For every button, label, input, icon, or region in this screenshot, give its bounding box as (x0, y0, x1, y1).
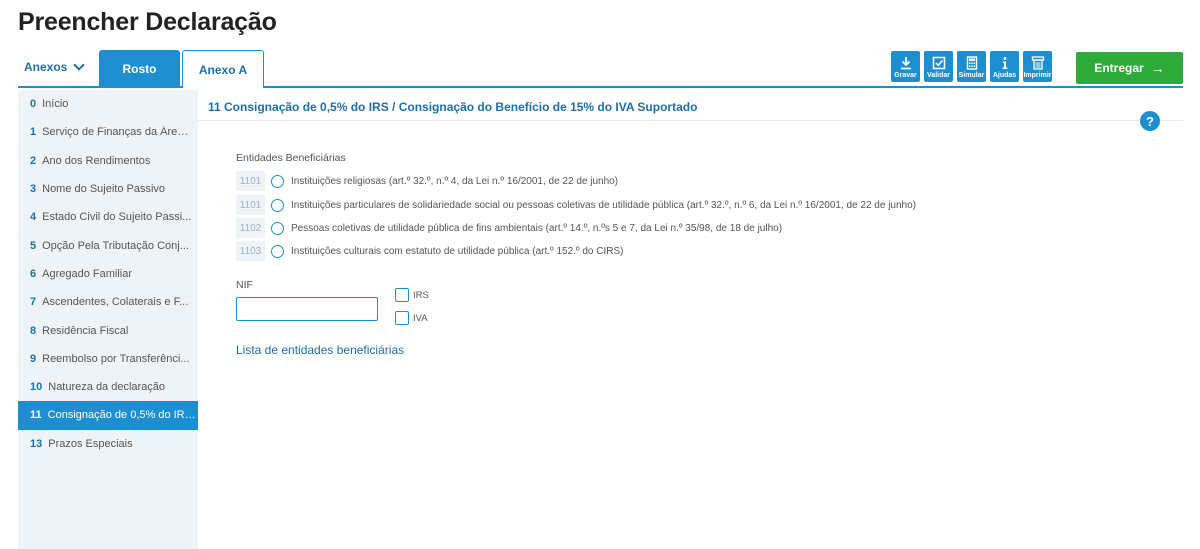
help-tool-label: Ajudas (992, 72, 1017, 79)
sidebar-item-label: Ano dos Rendimentos (42, 154, 151, 167)
entity-option-2: 1101 Instituições particulares de solida… (236, 195, 916, 215)
entity-label: Instituições particulares de solidarieda… (291, 199, 916, 211)
help-icon[interactable]: ? (1140, 111, 1160, 131)
printer-icon (1031, 56, 1044, 70)
entities-label: Entidades Beneficiárias (236, 152, 346, 164)
sidebar-item-label: Consignação de 0,5% do IRS... (47, 409, 198, 422)
arrow-right-icon: → (1150, 60, 1165, 76)
sidebar-item-number: 10 (30, 381, 43, 394)
sidebar-item-number: 4 (30, 211, 37, 224)
info-icon (1002, 57, 1007, 69)
calculator-icon (966, 56, 977, 70)
sidebar-item-number: 7 (30, 296, 37, 309)
sidebar-item-label: Opção Pela Tributação Conj... (42, 239, 189, 252)
sidebar-item-label: Residência Fiscal (42, 324, 129, 337)
sidebar-item-label: Serviço de Finanças da Área... (42, 126, 193, 139)
sidebar-item-label: Natureza da declaração (48, 381, 166, 394)
entregar-label: Entregar (1094, 61, 1144, 75)
sidebar-item-natureza-declaracao[interactable]: 10 Natureza da declaração (18, 373, 198, 401)
tab-anexo-a[interactable]: Anexo A (182, 50, 264, 88)
iva-checkbox-row: IVA (395, 311, 428, 325)
irs-checkbox-row: IRS (395, 288, 429, 302)
main-content: 11 Consignação de 0,5% do IRS / Consigna… (198, 90, 1183, 549)
validate-label: Validar (927, 72, 950, 79)
chevron-down-icon (73, 59, 86, 71)
entity-label: Pessoas coletivas de utilidade pública d… (291, 222, 783, 234)
nif-label: NIF (236, 279, 253, 291)
sidebar-item-label: Início (42, 98, 69, 111)
sidebar-item-opcao-tributacao[interactable]: 5 Opção Pela Tributação Conj... (18, 231, 198, 259)
entity-option-3: 1102 Pessoas coletivas de utilidade públ… (236, 218, 782, 238)
entity-label: Instituições religiosas (art.º 32.º, n.º… (291, 175, 619, 187)
irs-checkbox-label: IRS (413, 289, 429, 301)
sidebar-item-number: 11 (30, 409, 42, 422)
sidebar-item-number: 13 (30, 437, 43, 450)
anexos-dropdown[interactable]: Anexos (24, 59, 86, 74)
sidebar-item-label: Reembolso por Transferênci... (42, 352, 190, 365)
sidebar-item-agregado-familiar[interactable]: 6 Agregado Familiar (18, 260, 198, 288)
simulate-label: Simular (958, 72, 985, 79)
top-bar: Anexos Rosto Anexo A Gravar Validar Simu… (18, 50, 1183, 88)
iva-checkbox-label: IVA (413, 312, 428, 324)
save-label: Gravar (894, 72, 917, 79)
sidebar-item-inicio[interactable]: 0 Início (18, 90, 198, 118)
validate-button[interactable]: Validar (924, 51, 953, 82)
sidebar-item-residencia-fiscal[interactable]: 8 Residência Fiscal (18, 316, 198, 344)
entity-label: Instituições culturais com estatuto de u… (291, 245, 624, 257)
page-title: Preencher Declaração (18, 8, 277, 36)
sidebar-item-number: 6 (30, 267, 37, 280)
sidebar: 0 Início 1 Serviço de Finanças da Área... … (18, 90, 198, 549)
sidebar-item-number: 9 (30, 352, 37, 365)
sidebar-item-number: 2 (30, 154, 37, 167)
save-button[interactable]: Gravar (891, 51, 920, 82)
entity-option-1: 1101 Instituições religiosas (art.º 32.º… (236, 171, 618, 191)
entity-radio[interactable] (271, 244, 284, 258)
check-box-icon (932, 56, 945, 70)
iva-checkbox[interactable] (395, 311, 409, 325)
sidebar-item-number: 1 (30, 126, 37, 139)
sidebar-item-label: Prazos Especiais (48, 437, 133, 450)
anexos-label: Anexos (24, 60, 68, 74)
toolbar: Gravar Validar Simular Ajudas Imprimir (891, 51, 1052, 82)
sidebar-item-label: Ascendentes, Colaterais e F... (42, 296, 189, 309)
entity-code: 1101 (236, 195, 265, 215)
sidebar-item-number: 5 (30, 239, 37, 252)
entity-code: 1103 (236, 241, 265, 261)
irs-checkbox[interactable] (395, 288, 409, 302)
entity-radio[interactable] (271, 221, 284, 235)
print-button[interactable]: Imprimir (1023, 51, 1052, 82)
simulate-button[interactable]: Simular (957, 51, 986, 82)
entity-code: 1102 (236, 218, 265, 238)
sidebar-item-nome-sujeito[interactable]: 3 Nome do Sujeito Passivo (18, 175, 198, 203)
tab-rosto[interactable]: Rosto (99, 50, 180, 88)
section-divider (198, 120, 1183, 121)
entity-radio[interactable] (271, 198, 284, 212)
sidebar-item-number: 8 (30, 324, 37, 337)
sidebar-item-label: Agregado Familiar (42, 267, 132, 280)
entity-option-4: 1103 Instituições culturais com estatuto… (236, 241, 623, 261)
sidebar-item-consignacao[interactable]: 11 Consignação de 0,5% do IRS... (18, 401, 198, 430)
sidebar-item-label: Nome do Sujeito Passivo (42, 183, 166, 196)
sidebar-item-ascendentes[interactable]: 7 Ascendentes, Colaterais e F... (18, 288, 198, 316)
sidebar-item-estado-civil[interactable]: 4 Estado Civil do Sujeito Passi... (18, 203, 198, 231)
sidebar-item-prazos-especiais[interactable]: 13 Prazos Especiais (18, 430, 198, 458)
sidebar-item-number: 3 (30, 183, 37, 196)
print-label: Imprimir (1023, 72, 1052, 79)
section-title: 11 Consignação de 0,5% do IRS / Consigna… (208, 100, 698, 114)
sidebar-item-number: 0 (30, 98, 37, 111)
entity-radio[interactable] (271, 174, 284, 188)
sidebar-item-servico-financas[interactable]: 1 Serviço de Finanças da Área... (18, 118, 198, 146)
help-tool-button[interactable]: Ajudas (990, 51, 1019, 82)
download-icon (900, 57, 911, 70)
sidebar-item-ano-rendimentos[interactable]: 2 Ano dos Rendimentos (18, 147, 198, 175)
sidebar-item-reembolso[interactable]: 9 Reembolso por Transferênci... (18, 345, 198, 373)
beneficiary-list-link[interactable]: Lista de entidades beneficiárias (236, 343, 404, 357)
nif-input[interactable] (236, 297, 378, 321)
entregar-button[interactable]: Entregar → (1076, 52, 1183, 84)
sidebar-item-label: Estado Civil do Sujeito Passi... (42, 211, 192, 224)
entity-code: 1101 (236, 171, 265, 191)
